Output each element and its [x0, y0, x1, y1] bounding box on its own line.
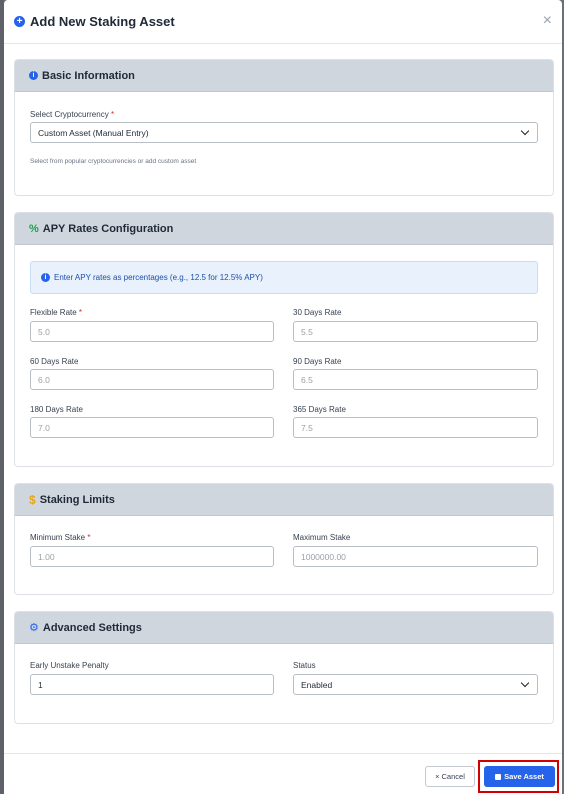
plus-circle-icon: +	[14, 16, 25, 27]
cryptocurrency-label: Select Cryptocurrency *	[30, 110, 114, 119]
maximum-stake-label: Maximum Stake	[293, 533, 351, 542]
flexible-rate-label: Flexible Rate *	[30, 308, 82, 317]
days30-rate-input[interactable]: 5.5	[293, 321, 538, 342]
dollar-icon: $	[29, 492, 36, 507]
advanced-settings-card: ⚙ Advanced Settings Early Unstake Penalt…	[14, 611, 554, 724]
close-icon: ×	[435, 772, 440, 781]
apy-info-alert-text: Enter APY rates as percentages (e.g., 12…	[54, 273, 263, 282]
days365-rate-label: 365 Days Rate	[293, 405, 346, 414]
maximum-stake-input[interactable]: 1000000.00	[293, 546, 538, 567]
days90-rate-label: 90 Days Rate	[293, 357, 342, 366]
staking-limits-header: $ Staking Limits	[15, 484, 553, 516]
add-staking-asset-modal: + Add New Staking Asset × i Basic Inform…	[4, 0, 562, 794]
status-label: Status	[293, 661, 316, 670]
cryptocurrency-select[interactable]: Custom Asset (Manual Entry)	[30, 122, 538, 143]
days180-rate-label: 180 Days Rate	[30, 405, 83, 414]
apy-rates-title: APY Rates Configuration	[42, 222, 174, 235]
days180-rate-input[interactable]: 7.0	[30, 417, 274, 438]
staking-limits-title: Staking Limits	[39, 493, 115, 506]
cryptocurrency-label-text: Select Cryptocurrency	[30, 110, 109, 119]
basic-information-header: i Basic Information	[15, 60, 553, 92]
required-mark: *	[78, 308, 83, 317]
percent-icon: %	[29, 222, 39, 235]
close-button[interactable]: ×	[543, 13, 552, 29]
chevron-down-icon	[520, 126, 530, 136]
apy-info-alert: i Enter APY rates as percentages (e.g., …	[30, 261, 538, 294]
chevron-down-icon	[520, 678, 530, 688]
minimum-stake-label-text: Minimum Stake	[30, 533, 86, 542]
minimum-stake-input[interactable]: 1.00	[30, 546, 274, 567]
info-circle-icon: i	[41, 273, 50, 282]
modal-footer: × Cancel Save Asset	[4, 753, 562, 794]
save-asset-button[interactable]: Save Asset	[484, 766, 555, 787]
cryptocurrency-select-value: Custom Asset (Manual Entry)	[38, 127, 149, 138]
status-select[interactable]: Enabled	[293, 674, 538, 695]
apy-rates-header: % APY Rates Configuration	[15, 213, 553, 245]
status-select-value: Enabled	[301, 679, 333, 690]
flexible-rate-input[interactable]: 5.0	[30, 321, 274, 342]
days90-rate-input[interactable]: 6.5	[293, 369, 538, 390]
modal-title: Add New Staking Asset	[30, 14, 175, 29]
cryptocurrency-help: Select from popular cryptocurrencies or …	[30, 158, 197, 165]
advanced-settings-title: Advanced Settings	[42, 621, 142, 634]
minimum-stake-label: Minimum Stake *	[30, 533, 90, 542]
apy-rates-card: % APY Rates Configuration i Enter APY ra…	[14, 212, 554, 467]
save-asset-button-label: Save Asset	[504, 772, 544, 781]
basic-information-title: Basic Information	[42, 69, 135, 82]
advanced-settings-header: ⚙ Advanced Settings	[15, 612, 553, 644]
basic-information-card: i Basic Information Select Cryptocurrenc…	[14, 59, 554, 196]
cogs-icon: ⚙	[29, 622, 39, 634]
cancel-button-label: Cancel	[441, 772, 465, 781]
days60-rate-label: 60 Days Rate	[30, 357, 79, 366]
required-mark: *	[87, 533, 91, 542]
days30-rate-label: 30 Days Rate	[293, 308, 342, 317]
info-circle-icon: i	[29, 71, 38, 80]
save-icon	[495, 773, 502, 780]
flexible-rate-label-text: Flexible Rate	[30, 308, 77, 317]
modal-header: + Add New Staking Asset ×	[4, 0, 562, 44]
days60-rate-input[interactable]: 6.0	[30, 369, 274, 390]
staking-limits-card: $ Staking Limits Minimum Stake * 1.00 Ma…	[14, 483, 554, 595]
early-unstake-penalty-input[interactable]: 1	[30, 674, 274, 695]
early-unstake-penalty-label: Early Unstake Penalty	[30, 661, 109, 670]
required-mark: *	[110, 110, 115, 119]
cancel-button[interactable]: × Cancel	[425, 766, 475, 787]
days365-rate-input[interactable]: 7.5	[293, 417, 538, 438]
